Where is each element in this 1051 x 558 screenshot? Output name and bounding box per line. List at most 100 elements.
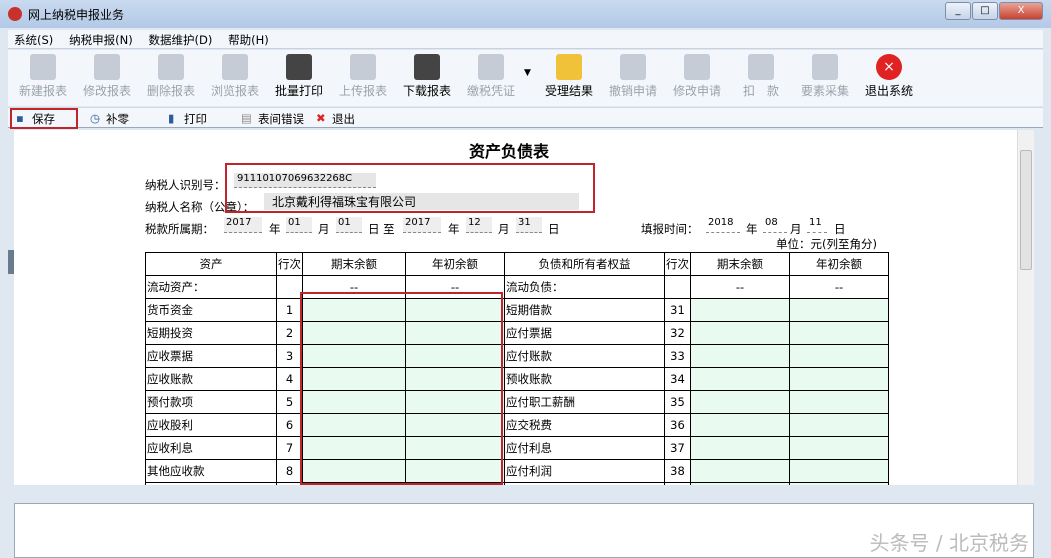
menu-help[interactable]: 帮助(H) [222,30,275,50]
table-cell: 34 [664,367,691,391]
column-header: 期末余额 [690,252,790,276]
to-year-field[interactable]: 2017 [403,217,441,233]
browse-report-icon [222,54,248,80]
toolbar-button-10[interactable]: 修改申请 [666,50,728,106]
table-cell: 2 [276,321,303,345]
amount-input-cell[interactable] [789,321,889,345]
exit-button[interactable]: 退出 [332,111,355,127]
toolbar-button-label: 缴税凭证 [466,84,515,98]
edit-report-icon [94,54,120,80]
cross-errors-button[interactable]: 表间错误 [258,111,304,127]
fill-day-field[interactable]: 11 [807,217,827,233]
toolbar-button-0[interactable]: 新建报表 [12,50,74,106]
amount-input-cell[interactable] [789,390,889,414]
amount-input-cell[interactable] [789,459,889,483]
table-cell: 流动资产： [145,275,277,299]
table-cell: 流动负债： [504,275,665,299]
save-button[interactable]: 保存 [32,111,55,127]
table-row: 流动资产： -- -- 流动负债： -- -- [145,275,889,299]
toolbar-button-13[interactable]: × 退出系统 [858,50,920,106]
toolbar-button-label: 下载报表 [402,84,451,98]
minimize-button[interactable]: _ [945,2,971,20]
amount-input-cell[interactable] [789,482,889,485]
cross-errors-icon: ▤ [241,111,252,125]
from-year-field[interactable]: 2017 [224,217,262,233]
toolbar-button-label: 退出系统 [864,84,913,98]
table-cell: 应收利息 [145,436,277,460]
table-cell [664,275,691,299]
table-cell: 短期投资 [145,321,277,345]
table-cell: 39 [664,482,691,485]
column-header: 资产 [145,252,277,276]
toolbar-button-1[interactable]: 修改报表 [76,50,138,106]
amount-input-cell[interactable] [690,321,790,345]
menu-bar: 系统(S) 纳税申报(N) 数据维护(D) 帮助(H) [8,30,1043,49]
table-cell: 其他应收款 [145,459,277,483]
month-label: 月 [318,222,330,236]
table-cell: 应付职工薪酬 [504,390,665,414]
print-button[interactable]: 打印 [184,111,207,127]
table-cell: 9 [276,482,303,485]
table-header-row: 资产 行次 期末余额 年初余额 负债和所有者权益 行次 期末余额 年初余额 [145,252,889,276]
main-toolbar: 新建报表 修改报表 删除报表 浏览报表 批量打印 上传报表 下载报表 缴税凭证 ▼ 受理结果 撤销申… [8,50,1043,106]
amount-input-cell[interactable] [690,413,790,437]
toolbar-button-9[interactable]: 撤销申请 [602,50,664,106]
table-cell: 36 [664,413,691,437]
period-label: 税款所属期： [145,222,214,236]
toolbar-button-12[interactable]: 要素采集 [794,50,856,106]
from-day-field[interactable]: 01 [336,217,362,233]
toolbar-button-2[interactable]: 删除报表 [140,50,202,106]
scrollbar-thumb[interactable] [1020,150,1032,270]
amount-input-cell[interactable] [789,298,889,322]
table-cell: 存货 [145,482,277,485]
amount-input-cell[interactable] [789,344,889,368]
element-collect-icon [812,54,838,80]
toolbar-button-4[interactable]: 批量打印 [268,50,330,106]
amount-input-cell[interactable] [690,459,790,483]
day-label: 日 [548,222,560,236]
toolbar-button-5[interactable]: 上传报表 [332,50,394,106]
amount-input-cell[interactable] [690,390,790,414]
menu-tax-filing[interactable]: 纳税申报(N) [63,30,139,50]
close-button[interactable]: X [999,2,1043,20]
amount-input-cell[interactable] [789,367,889,391]
toolbar-button-11[interactable]: 扣 款 [730,50,792,106]
amount-input-cell[interactable] [789,413,889,437]
to-month-field[interactable]: 12 [466,217,492,233]
taxpayer-id-label: 纳税人识别号： [145,178,226,192]
column-header: 年初余额 [405,252,505,276]
upload-report-icon [350,54,376,80]
vertical-scrollbar[interactable] [1017,130,1034,485]
deduct-icon [748,54,774,80]
toolbar-button-8[interactable]: 受理结果 [538,50,600,106]
dropdown-arrow-icon[interactable]: ▼ [524,50,538,106]
amount-input-cell[interactable] [690,344,790,368]
to-day-field[interactable]: 31 [516,217,542,233]
toolbar-button-7[interactable]: 缴税凭证 [460,50,522,106]
table-cell: 35 [664,390,691,414]
amount-input-cell[interactable] [690,367,790,391]
table-cell: 38 [664,459,691,483]
day-label: 日 [834,222,846,236]
fill-month-field[interactable]: 08 [763,217,787,233]
app-logo-icon [8,7,22,21]
toolbar-button-6[interactable]: 下载报表 [396,50,458,106]
amount-input-cell[interactable] [690,298,790,322]
menu-system[interactable]: 系统(S) [8,30,59,50]
form-area: 资产负债表 纳税人识别号： 91110107069632268C 纳税人名称（公… [14,130,1017,485]
amount-input-cell[interactable] [690,436,790,460]
fill-year-field[interactable]: 2018 [706,217,740,233]
menu-data-maintenance[interactable]: 数据维护(D) [143,30,219,50]
maximize-button[interactable]: □ [972,2,998,20]
download-report-icon [414,54,440,80]
year-label: 年 [269,222,281,236]
fill-zero-button[interactable]: 补零 [106,111,129,127]
amount-input-cell[interactable] [789,436,889,460]
toolbar-button-3[interactable]: 浏览报表 [204,50,266,106]
table-cell: 应付利息 [504,436,665,460]
acceptance-result-icon [556,54,582,80]
from-month-field[interactable]: 01 [286,217,312,233]
table-row: 预付款项 5 应付职工薪酬 35 [145,390,889,414]
form-toolbar: ▪ 保存 ◷ 补零 ▮ 打印 ▤ 表间错误 ✖ 退出 [8,107,1043,129]
amount-input-cell[interactable] [690,482,790,485]
